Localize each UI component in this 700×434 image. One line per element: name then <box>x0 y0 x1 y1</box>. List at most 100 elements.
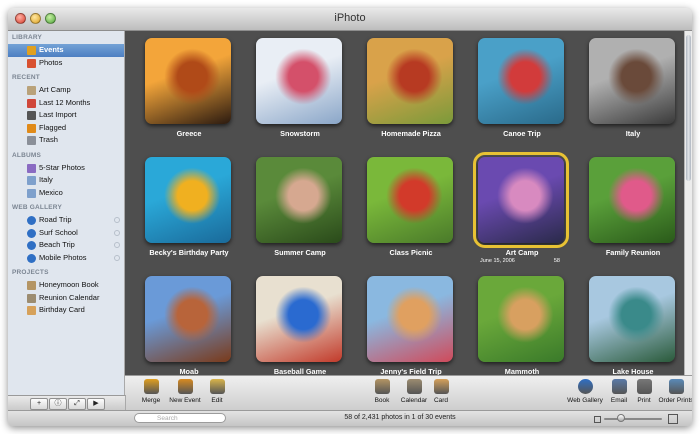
sidebar-item-label: Art Camp <box>39 85 71 94</box>
sidebar-item-label: Road Trip <box>39 215 72 224</box>
import-icon <box>27 111 36 120</box>
edit-button[interactable]: Edit <box>195 379 239 404</box>
section-header-albums[interactable]: ALBUMS <box>8 149 124 162</box>
sidebar-item-italy[interactable]: Italy <box>8 174 124 187</box>
edit-icon <box>209 379 225 394</box>
event-item[interactable]: Homemade Pizza <box>361 38 461 148</box>
sidebar-item-road-trip[interactable]: Road Trip <box>8 214 124 227</box>
section-header-web-gallery[interactable]: WEB GALLERY <box>8 201 124 214</box>
event-item[interactable]: Moab <box>139 276 239 375</box>
event-thumbnail[interactable] <box>478 38 564 124</box>
event-thumbnail[interactable] <box>478 276 564 362</box>
order-prints-button[interactable]: Order Prints <box>654 379 692 404</box>
sidebar-item-events[interactable]: Events <box>8 44 124 57</box>
event-item[interactable]: Mammoth <box>472 276 572 375</box>
sidebar-item-beach-trip[interactable]: Beach Trip <box>8 239 124 252</box>
add-button[interactable]: + <box>30 398 48 410</box>
sidebar-item-last-12-months[interactable]: Last 12 Months <box>8 97 124 110</box>
event-title: Jenny's Field Trip <box>380 367 442 375</box>
event-title: Moab <box>179 367 199 375</box>
event-thumbnail[interactable] <box>589 276 675 362</box>
event-item[interactable]: Greece <box>139 38 239 148</box>
sidebar-item-label: Flagged <box>39 122 67 132</box>
sidebar-item-label: Mexico <box>39 187 63 197</box>
event-thumbnail[interactable] <box>367 38 453 124</box>
event-thumbnail[interactable] <box>256 38 342 124</box>
section-header-recent[interactable]: RECENT <box>8 71 124 84</box>
event-item[interactable]: Italy <box>583 38 683 148</box>
fullscreen-button[interactable]: ⤢ <box>68 398 86 410</box>
section-header-projects[interactable]: PROJECTS <box>8 266 124 279</box>
thumbnail-size-slider[interactable] <box>604 418 662 420</box>
event-thumbnail[interactable] <box>256 276 342 362</box>
flag-icon <box>27 123 36 133</box>
album-icon <box>27 188 36 198</box>
event-thumbnail[interactable] <box>589 38 675 124</box>
event-item[interactable]: Snowstorm <box>250 38 350 148</box>
event-thumbnail[interactable] <box>589 157 675 243</box>
event-item[interactable]: Jenny's Field Trip <box>361 276 461 375</box>
sidebar-item-label: Trash <box>39 135 58 144</box>
sidebar-item-photos[interactable]: Photos <box>8 57 124 70</box>
sidebar-item-label: Surf School <box>39 227 78 237</box>
publish-status-icon <box>114 242 120 248</box>
source-list: LIBRARY Events Photos RECENT Art Camp Last 12… <box>8 31 125 395</box>
globe-icon <box>27 216 36 225</box>
info-button[interactable]: ⓘ <box>49 398 67 410</box>
sidebar-item-surf-school[interactable]: Surf School <box>8 227 124 240</box>
event-title: Snowstorm <box>280 129 320 138</box>
event-item[interactable]: Art Camp June 15, 2006 58 <box>472 152 572 267</box>
event-thumbnail[interactable] <box>367 157 453 243</box>
slider-knob[interactable] <box>617 414 625 422</box>
event-thumbnail[interactable] <box>367 276 453 362</box>
scrollbar-thumb[interactable] <box>686 35 691 181</box>
event-item[interactable]: Summer Camp <box>250 157 350 267</box>
event-title: Greece <box>176 129 202 138</box>
sidebar-item-birthday-card[interactable]: Birthday Card <box>8 304 124 317</box>
source-list-buttons: + ⓘ ⤢ ▶ <box>8 395 126 411</box>
event-title: Homemade Pizza <box>381 129 441 138</box>
event-item[interactable]: Becky's Birthday Party <box>139 157 239 267</box>
event-thumbnail[interactable] <box>473 152 569 248</box>
events-browser: Greece Snowstorm Homemade Pizza Canoe Trip I… <box>125 31 684 375</box>
card-icon <box>27 306 36 315</box>
sidebar-item-trash[interactable]: Trash <box>8 134 124 147</box>
sidebar-item-label: Birthday Card <box>39 305 85 314</box>
event-thumbnail[interactable] <box>145 157 231 243</box>
event-title: Becky's Birthday Party <box>149 248 229 257</box>
event-thumbnail[interactable] <box>145 276 231 362</box>
event-photo-count: 58 <box>553 258 560 264</box>
globe-icon <box>27 241 36 250</box>
vertical-scrollbar[interactable] <box>684 31 692 375</box>
print-icon <box>636 379 652 394</box>
event-date: June 15, 2006 <box>480 258 515 264</box>
sidebar-item-last-import[interactable]: Last Import <box>8 109 124 122</box>
sidebar-item-mobile-photos[interactable]: Mobile Photos <box>8 252 124 265</box>
card-button[interactable]: Card <box>419 379 463 404</box>
event-thumbnail[interactable] <box>256 157 342 243</box>
sidebar-item-art-camp[interactable]: Art Camp <box>8 84 124 97</box>
sidebar-item-honeymoon-book[interactable]: Honeymoon Book <box>8 279 124 292</box>
event-title: Art Camp <box>505 248 539 257</box>
globe-icon <box>27 228 36 238</box>
sidebar-item-mexico[interactable]: Mexico <box>8 187 124 200</box>
calendar-icon <box>27 98 36 108</box>
search-input[interactable]: Search <box>134 413 226 423</box>
sidebar-item-5-star-photos[interactable]: 5-Star Photos <box>8 162 124 175</box>
sidebar-item-flagged[interactable]: Flagged <box>8 122 124 135</box>
sidebar-item-reunion-calendar[interactable]: Reunion Calendar <box>8 292 124 305</box>
bottom-toolbar: Merge New Event Edit Book Calendar Card Web Ga… <box>125 375 692 411</box>
event-item[interactable]: Family Reunion <box>583 157 683 267</box>
event-thumbnail[interactable] <box>145 38 231 124</box>
event-item[interactable]: Class Picnic <box>361 157 461 267</box>
section-header-library[interactable]: LIBRARY <box>8 31 124 44</box>
event-item[interactable]: Baseball Game <box>250 276 350 375</box>
iphoto-window: iPhoto LIBRARY Events Photos RECENT Art Camp… <box>8 8 692 426</box>
small-thumbnail-icon <box>594 416 601 423</box>
event-item[interactable]: Lake House <box>583 276 683 375</box>
events-icon <box>27 46 36 55</box>
event-item[interactable]: Canoe Trip <box>472 38 572 148</box>
slideshow-button[interactable]: ▶ <box>87 398 105 410</box>
sidebar-item-label: Events <box>39 45 64 54</box>
book-icon <box>27 281 36 290</box>
